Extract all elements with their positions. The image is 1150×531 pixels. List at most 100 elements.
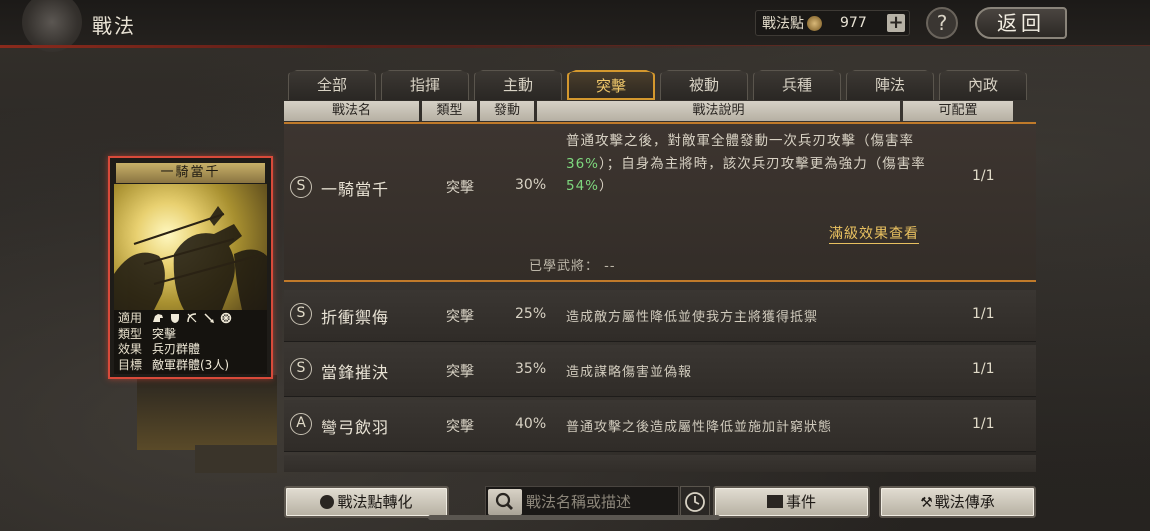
card-apply-label: 適用 (118, 311, 143, 326)
learned-label: 已學武將： (529, 259, 600, 274)
card-effect-value: 兵刃群體 (152, 342, 201, 357)
desc-value: 54% (566, 178, 600, 194)
tactic-slots: 1/1 (972, 168, 995, 184)
clock-icon (685, 492, 705, 512)
spear-icon (204, 313, 214, 323)
search-icon (495, 492, 513, 510)
card-target-value: 敵軍群體(3人) (152, 357, 229, 372)
tactic-slots: 1/1 (972, 306, 995, 322)
grade-badge: S (290, 358, 312, 380)
tactic-rate: 25% (515, 306, 547, 322)
tactic-points-display: 戰法點 977 + (755, 10, 910, 36)
top-bar: 戰法 戰法點 977 + ? 返回 (0, 0, 1150, 52)
card-apply-row: 適用 (114, 310, 267, 326)
column-rate[interactable]: 發動 (480, 101, 534, 121)
table-row[interactable]: S 當鋒摧決 突擊 35% 造成謀略傷害並偽報 1/1 (284, 345, 1036, 397)
learned-generals: 已學武將： -- (529, 255, 616, 274)
desc-value: 36% (566, 155, 600, 172)
page-title: 戰法 (92, 14, 136, 38)
convert-icon (320, 495, 335, 509)
home-indicator (428, 515, 720, 520)
table-row[interactable]: A 彎弓飲羽 突擊 40% 普通攻擊之後造成屬性降低並施加計窮狀態 1/1 (284, 400, 1036, 452)
tab-assault[interactable]: 突擊 (567, 70, 655, 100)
table-row-selected[interactable]: S 一騎當千 突擊 30% 普通攻擊之後，對敵軍全體發動一次兵刃攻擊（傷害率 36… (284, 122, 1036, 282)
tactic-slots: 1/1 (972, 416, 995, 432)
points-value: 977 (840, 15, 867, 31)
tactic-description: 普通攻擊之後造成屬性降低並施加計窮狀態 (566, 420, 833, 435)
back-button[interactable]: 返回 (975, 7, 1067, 39)
tactic-name: 彎弓飲羽 (321, 418, 390, 437)
bow-icon (187, 313, 197, 323)
inherit-tactic-button[interactable]: ⚒ 戰法傳承 (879, 486, 1036, 518)
column-description: 戰法說明 (537, 101, 900, 121)
tab-all[interactable]: 全部 (288, 70, 376, 100)
search-input[interactable] (526, 491, 676, 513)
card-effect-label: 效果 (118, 342, 143, 357)
troop-type-icons (152, 312, 232, 324)
shield-icon (171, 313, 179, 323)
desc-part: 普通攻擊之後，對敵軍全體發動一次兵刃攻擊（傷害率 (566, 133, 914, 149)
tactic-name: 一騎當千 (321, 180, 390, 199)
tactic-type: 突擊 (446, 309, 474, 325)
card-stack-back (195, 445, 277, 473)
tactic-name: 當鋒摧決 (321, 363, 390, 382)
full-effect-link[interactable]: 滿級效果查看 (829, 223, 919, 244)
convert-points-button[interactable]: 戰法點轉化 (284, 486, 449, 518)
tactic-name: 折衝禦侮 (321, 308, 390, 327)
column-name[interactable]: 戰法名 (284, 101, 419, 121)
convert-label: 戰法點轉化 (337, 493, 413, 511)
tactic-slots: 1/1 (972, 361, 995, 377)
siege-icon (220, 312, 232, 323)
desc-part: ）；自身為主將時，該次兵刃攻擊更為強力（傷害率 (599, 155, 926, 172)
table-row[interactable]: S 折衝禦侮 突擊 25% 造成敵方屬性降低並使我方主將獲得抵禦 1/1 (284, 290, 1036, 342)
tab-troop[interactable]: 兵種 (753, 70, 841, 100)
search-box (485, 486, 679, 518)
event-button[interactable]: 事件 (713, 486, 870, 518)
points-label: 戰法點 (762, 16, 804, 32)
card-info-panel: 適用 類型 突擊 效果 兵刃群體 目標 敵軍群體(3人) (114, 310, 267, 374)
tactic-type: 突擊 (446, 364, 474, 380)
help-button[interactable]: ? (926, 7, 958, 39)
card-type-label: 類型 (118, 326, 143, 341)
hammer-icon: ⚒ (920, 495, 933, 511)
grade-badge: S (290, 176, 312, 198)
table-row-partial[interactable] (284, 455, 1036, 472)
table-header: 戰法名 類型 發動 戰法說明 可配置 (284, 101, 1016, 121)
card-type-row: 類型 突擊 (114, 326, 267, 342)
card-artwork (114, 184, 267, 310)
emblem-icon (22, 0, 82, 52)
event-label: 事件 (785, 493, 816, 511)
coin-icon (807, 15, 822, 31)
history-button[interactable] (680, 486, 710, 518)
card-title: 一騎當千 (116, 163, 265, 183)
card-effect-row: 效果 兵刃群體 (114, 341, 267, 357)
tactic-list: S 一騎當千 突擊 30% 普通攻擊之後，對敵軍全體發動一次兵刃攻擊（傷害率 36… (284, 122, 1036, 472)
column-type[interactable]: 類型 (422, 101, 477, 121)
search-button[interactable] (488, 489, 522, 515)
tactic-rate: 40% (515, 416, 547, 432)
tab-active[interactable]: 主動 (474, 70, 562, 100)
card-target-label: 目標 (118, 357, 143, 372)
add-points-button[interactable]: + (887, 14, 905, 32)
desc-part: ） (599, 178, 614, 194)
tab-command[interactable]: 指揮 (381, 70, 469, 100)
tactic-type: 突擊 (446, 180, 474, 196)
cavalry-icon (153, 313, 163, 322)
grade-badge: S (290, 303, 312, 325)
tactic-rate: 35% (515, 361, 547, 377)
column-slots[interactable]: 可配置 (903, 101, 1013, 121)
tactic-description: 普通攻擊之後，對敵軍全體發動一次兵刃攻擊（傷害率 36%）；自身為主將時，該次兵刃… (566, 130, 932, 198)
tab-internal[interactable]: 內政 (939, 70, 1027, 100)
inherit-label: 戰法傳承 (934, 493, 995, 511)
event-icon (766, 495, 783, 508)
tab-passive[interactable]: 被動 (660, 70, 748, 100)
cavalry-silhouette-icon (114, 206, 267, 310)
tactic-description: 造成敵方屬性降低並使我方主將獲得抵禦 (566, 310, 819, 325)
tactic-rate: 30% (515, 177, 547, 193)
tactic-card[interactable]: 一騎當千 適用 類型 突擊 效果 兵刃群體 目標 敵軍群體(3人) (108, 156, 273, 379)
grade-badge: A (290, 413, 312, 435)
tab-formation[interactable]: 陣法 (846, 70, 934, 100)
tactic-type: 突擊 (446, 419, 474, 435)
tactic-description: 造成謀略傷害並偽報 (566, 365, 693, 380)
category-tabs: 全部 指揮 主動 突擊 被動 兵種 陣法 內政 (288, 70, 1032, 100)
